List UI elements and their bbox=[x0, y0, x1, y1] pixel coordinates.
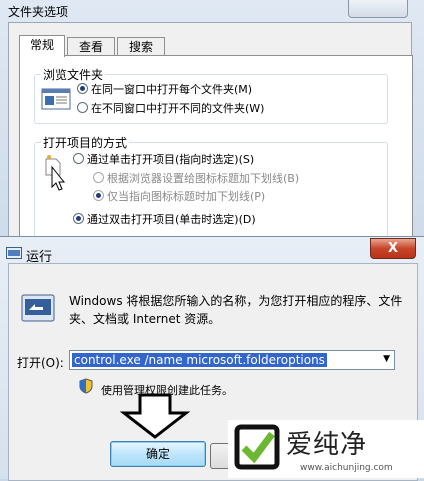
general-tab-panel: 浏览文件夹 在同一窗口中打开每个文件夹(M) 在不同窗口中打开不同的文件夹(W) bbox=[19, 55, 413, 247]
watermark-logo-icon bbox=[234, 424, 280, 470]
radio-label: 根据浏览器设置给图标标题加下划线(B) bbox=[107, 172, 300, 185]
radio-underline-browser[interactable]: 根据浏览器设置给图标标题加下划线(B) bbox=[93, 172, 299, 185]
radio-dot bbox=[73, 213, 84, 224]
window-title: 文件夹选项 bbox=[8, 5, 69, 19]
folder-window-icon bbox=[41, 88, 71, 110]
command-input[interactable]: control.exe /name microsoft.folderoption… bbox=[69, 350, 395, 370]
radio-underline-point[interactable]: 仅当指向图标标题时加下划线(P) bbox=[93, 190, 265, 203]
tab-search[interactable]: 搜索 bbox=[117, 37, 165, 56]
window-controls[interactable] bbox=[348, 0, 408, 18]
shield-icon bbox=[79, 378, 93, 394]
tab-label: 常规 bbox=[29, 38, 54, 52]
browse-folders-group: 浏览文件夹 在同一窗口中打开每个文件夹(M) 在不同窗口中打开不同的文件夹(W) bbox=[34, 66, 388, 124]
run-description: Windows 将根据您所输入的名称，为您打开相应的程序、文件夹、文档或 Int… bbox=[69, 294, 403, 326]
radio-same-window[interactable]: 在同一窗口中打开每个文件夹(M) bbox=[77, 83, 252, 96]
tab-label: 查看 bbox=[78, 40, 103, 54]
folder-options-window: 文件夹选项 常规 查看 搜索 浏览文件夹 在同一窗口中打开每个文件夹(M) 在不… bbox=[0, 0, 424, 250]
chevron-down-icon[interactable]: ▼ bbox=[383, 354, 390, 364]
close-icon: X bbox=[387, 241, 399, 256]
watermark-text: 爱纯净 bbox=[286, 430, 368, 460]
radio-dot bbox=[77, 102, 88, 113]
radio-double-click[interactable]: 通过双击打开项目(单击时选定)(D) bbox=[73, 213, 256, 226]
down-arrow-icon bbox=[120, 393, 190, 439]
group-label: 浏览文件夹 bbox=[41, 66, 106, 83]
radio-single-click[interactable]: 通过单击打开项目(指向时选定)(S) bbox=[73, 153, 254, 166]
tab-view[interactable]: 查看 bbox=[67, 37, 115, 56]
watermark-url: www.aichunjing.com bbox=[300, 463, 393, 473]
radio-label: 通过单击打开项目(指向时选定)(S) bbox=[87, 153, 255, 166]
ok-button[interactable]: 确定 bbox=[110, 441, 206, 467]
open-items-group: 打开项目的方式 通过单击打开项目(指向时选定)(S) 根据浏览器设置给图标标题加… bbox=[34, 134, 388, 246]
radio-label: 仅当指向图标标题时加下划线(P) bbox=[107, 190, 266, 203]
radio-dot bbox=[77, 83, 88, 94]
open-label: 打开(O): bbox=[17, 356, 64, 370]
radio-dot bbox=[73, 153, 84, 164]
command-text: control.exe /name microsoft.folderoption… bbox=[71, 352, 328, 368]
ok-label: 确定 bbox=[145, 447, 170, 461]
radio-label: 通过双击打开项目(单击时选定)(D) bbox=[87, 213, 256, 226]
group-label: 打开项目的方式 bbox=[41, 134, 130, 151]
close-button[interactable]: X bbox=[370, 238, 416, 259]
folder-options-body: 常规 查看 搜索 浏览文件夹 在同一窗口中打开每个文件夹(M) 在不同窗口中打开… bbox=[8, 22, 413, 247]
run-program-icon bbox=[21, 294, 55, 322]
click-cursor-icon bbox=[45, 155, 66, 191]
tab-label: 搜索 bbox=[128, 40, 153, 54]
run-icon bbox=[6, 247, 22, 259]
radio-label: 在同一窗口中打开每个文件夹(M) bbox=[91, 83, 253, 96]
tab-general[interactable]: 常规 bbox=[19, 35, 65, 57]
radio-dot bbox=[93, 190, 104, 201]
radio-different-window[interactable]: 在不同窗口中打开不同的文件夹(W) bbox=[77, 102, 264, 115]
radio-dot bbox=[93, 172, 104, 183]
radio-label: 在不同窗口中打开不同的文件夹(W) bbox=[91, 102, 265, 115]
